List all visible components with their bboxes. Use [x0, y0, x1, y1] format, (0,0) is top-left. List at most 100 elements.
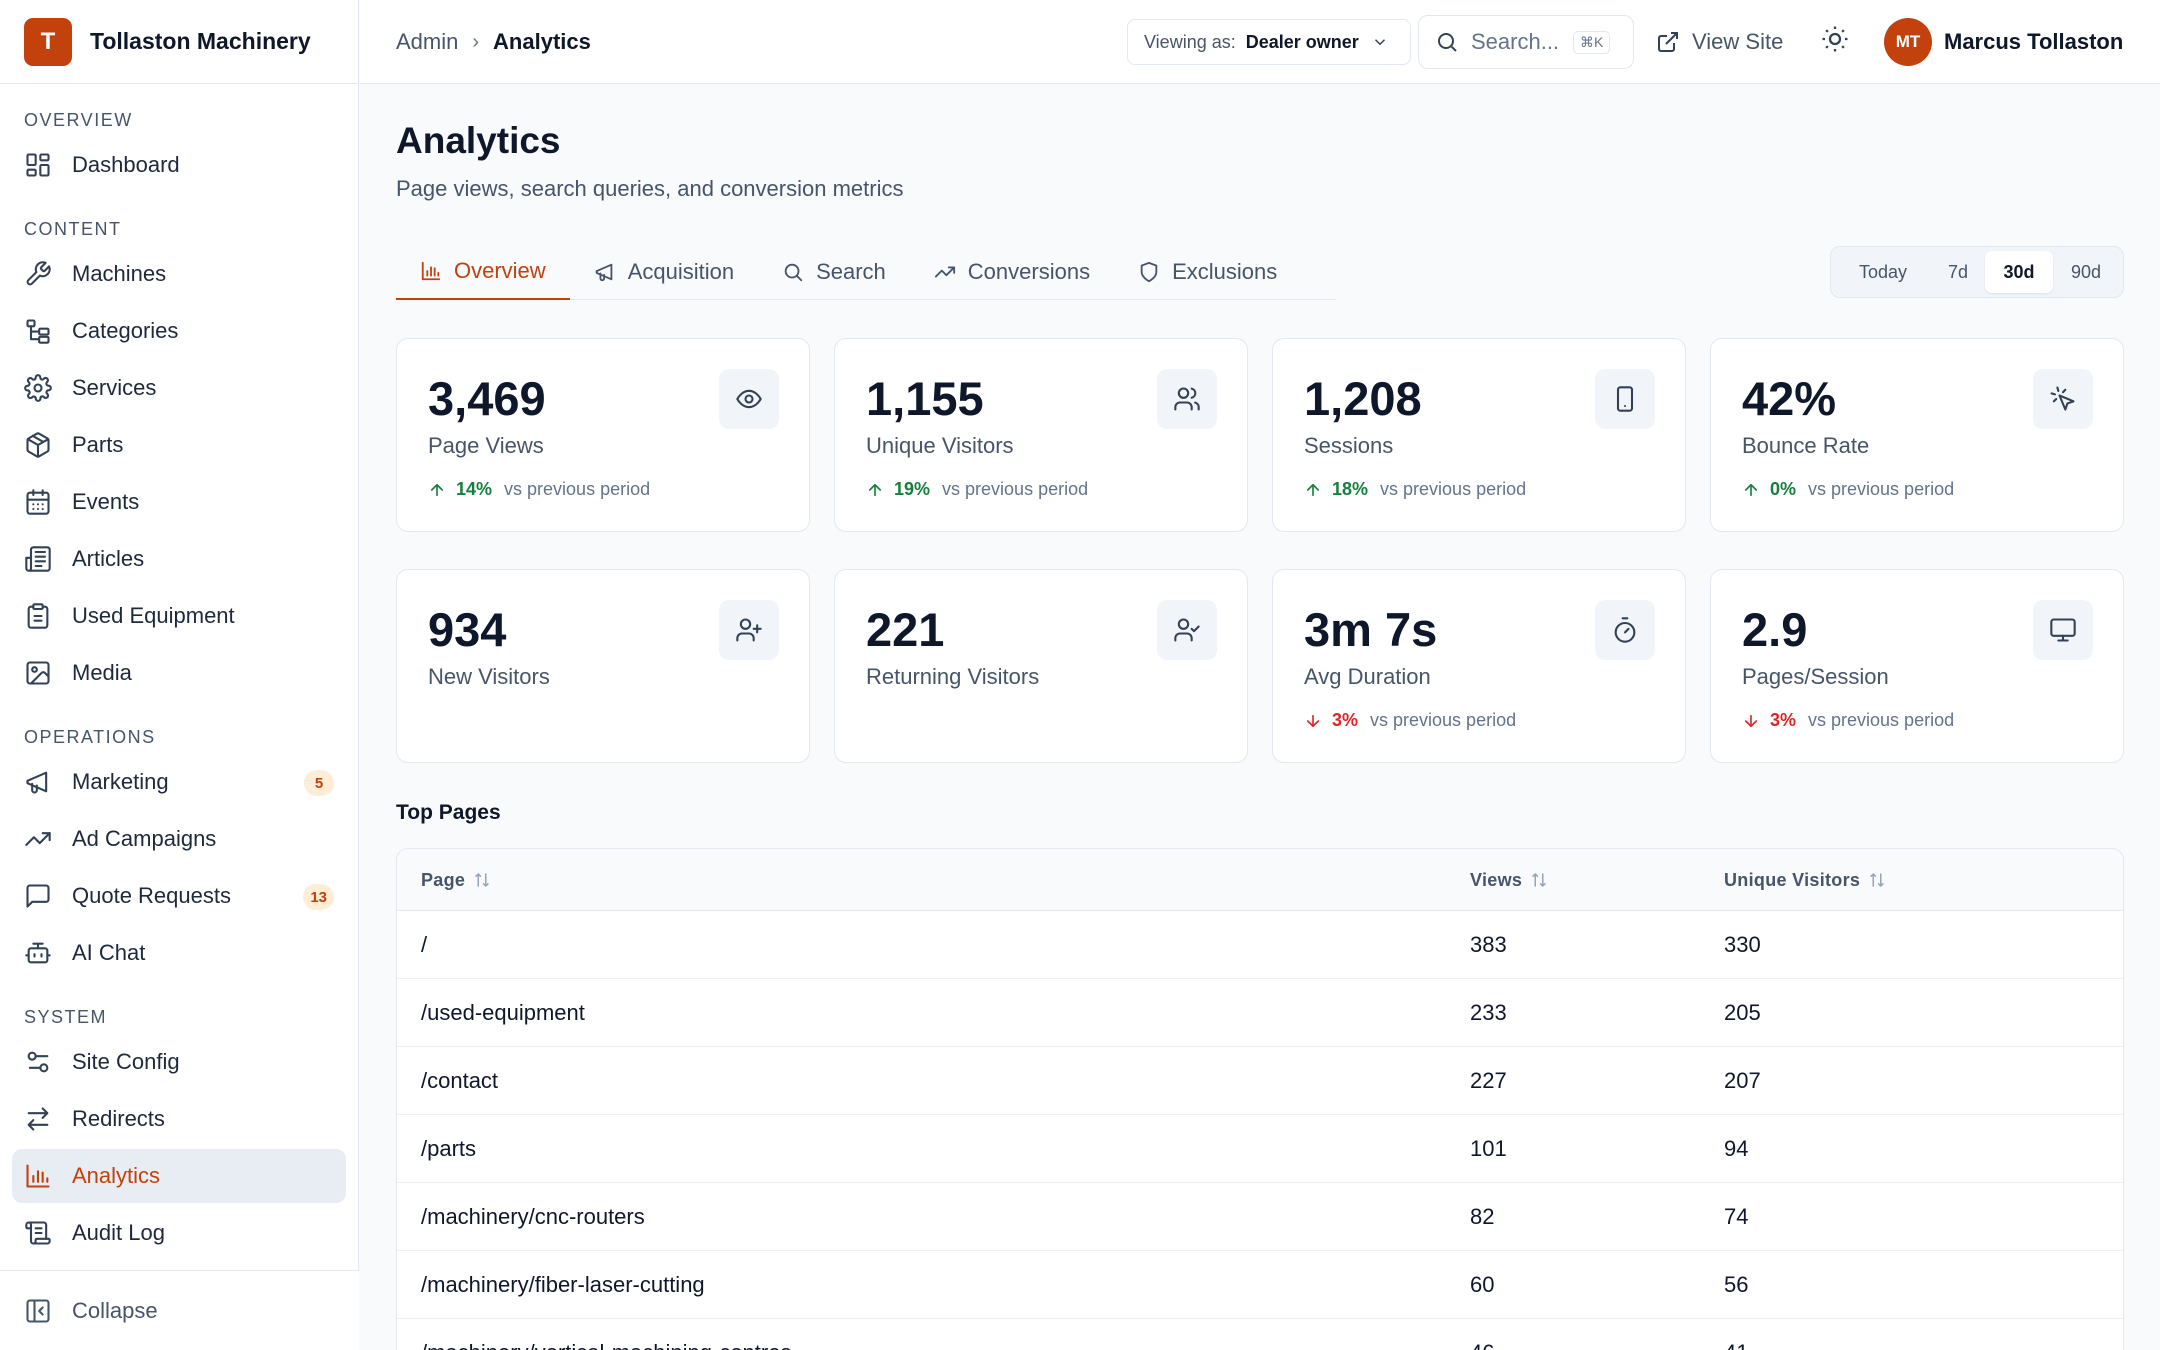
sidebar-item-categories[interactable]: Categories — [12, 304, 346, 358]
table-row[interactable]: /machinery/cnc-routers 82 74 — [397, 1183, 2123, 1251]
sidebar-item-label: Ad Campaigns — [72, 826, 217, 851]
image-icon — [26, 661, 50, 685]
delta-percent: 3% — [1332, 710, 1359, 730]
cell-views: 227 — [1470, 1068, 1507, 1093]
scroll-icon — [25, 1221, 51, 1245]
cell-views: 82 — [1470, 1204, 1495, 1229]
brand-logo: T — [24, 17, 72, 66]
arrow-down-icon — [1306, 714, 1320, 727]
delta-suffix: vs previous period — [1808, 479, 1955, 499]
sidebar-item-machines[interactable]: Machines — [12, 247, 346, 301]
table-row[interactable]: /used-equipment 233 205 — [397, 979, 2123, 1047]
brand[interactable]: T Tollaston Machinery — [0, 0, 358, 84]
sidebar-item-ad-campaigns[interactable]: Ad Campaigns — [12, 812, 346, 866]
table-row[interactable]: /parts 101 94 — [397, 1115, 2123, 1183]
megaphone-icon — [26, 771, 48, 794]
range-30d-button[interactable]: 30d — [1985, 251, 2053, 293]
metric-label: Sessions — [1304, 433, 1394, 458]
tab-conversions[interactable]: Conversions — [910, 244, 1114, 300]
sliders-icon — [27, 1051, 49, 1073]
tab-search[interactable]: Search — [758, 244, 910, 300]
sidebar-item-services[interactable]: Services — [12, 361, 346, 415]
view-site-label: View Site — [1692, 29, 1784, 54]
sidebar-item-media[interactable]: Media — [12, 646, 346, 700]
metric-card-avg-duration: 3m 7s Avg Duration 3% vs previous period — [1272, 569, 1686, 763]
arrow-up-icon — [1306, 483, 1320, 496]
tab-label: Conversions — [967, 259, 1091, 284]
metric-delta: 3% vs previous period — [1304, 710, 1516, 731]
sidebar-item-label: Parts — [72, 432, 124, 457]
analytics-tabs: Overview Acquisition Search Conversions … — [396, 244, 1336, 300]
sidebar-item-marketing[interactable]: Marketing 5 — [12, 755, 346, 809]
cell-page: / — [421, 932, 428, 957]
sidebar-item-parts[interactable]: Parts — [12, 418, 346, 472]
range-today-button[interactable]: Today — [1835, 251, 1931, 293]
sidebar-item-used-equipment[interactable]: Used Equipment — [12, 589, 346, 643]
column-header-unique-visitors[interactable]: Unique Visitors — [1724, 849, 1886, 911]
table-row[interactable]: / 383 330 — [397, 911, 2123, 979]
table-row[interactable]: /contact 227 207 — [397, 1047, 2123, 1115]
table-row[interactable]: /machinery/vertical-machining-centres 46… — [397, 1319, 2123, 1350]
sidebar-item-site-config[interactable]: Site Config — [12, 1035, 346, 1089]
table-header: Page Views Unique Visitors — [397, 849, 2123, 911]
sidebar-item-label: Audit Log — [72, 1220, 165, 1245]
sidebar-item-label: Machines — [72, 261, 167, 286]
metric-icon-box — [2033, 600, 2093, 660]
clipboard-icon — [27, 603, 49, 629]
tab-label: Exclusions — [1172, 259, 1278, 284]
breadcrumb-admin[interactable]: Admin — [396, 29, 458, 55]
tab-exclusions[interactable]: Exclusions — [1114, 244, 1301, 300]
tab-label: Search — [816, 259, 886, 284]
metric-card-new-visitors: 934 New Visitors — [396, 569, 810, 763]
search-input[interactable]: Search... ⌘K — [1418, 15, 1634, 69]
sidebar-item-quote-requests[interactable]: Quote Requests 13 — [12, 869, 346, 923]
metric-icon-box — [719, 369, 779, 429]
sidebar-item-label: Analytics — [72, 1163, 161, 1188]
sidebar-item-audit-log[interactable]: Audit Log — [12, 1206, 346, 1260]
message-icon — [26, 884, 50, 908]
sidebar-item-dashboard[interactable]: Dashboard — [12, 138, 346, 192]
sidebar-item-analytics[interactable]: Analytics — [12, 1149, 346, 1203]
column-header-views[interactable]: Views — [1470, 849, 1548, 911]
metric-delta: 3% vs previous period — [1742, 710, 1954, 731]
metric-value: 42% — [1742, 372, 1837, 425]
theme-toggle-button[interactable] — [1820, 24, 1856, 60]
tab-acquisition[interactable]: Acquisition — [570, 244, 758, 300]
search-icon — [1438, 33, 1457, 52]
range-7d-button[interactable]: 7d — [1931, 251, 1985, 293]
delta-percent: 0% — [1770, 479, 1797, 499]
avatar[interactable]: MT — [1884, 18, 1932, 66]
arrow-up-icon — [1744, 483, 1758, 496]
sort-icon — [475, 873, 489, 887]
tab-label: Acquisition — [627, 259, 735, 284]
user-name[interactable]: Marcus Tollaston — [1944, 0, 2123, 84]
bar-chart-icon — [421, 261, 441, 281]
sidebar-item-label: AI Chat — [72, 940, 146, 965]
metric-delta: 0% vs previous period — [1742, 479, 1954, 500]
metric-card-pages-per-session: 2.9 Pages/Session 3% vs previous period — [1710, 569, 2124, 763]
cell-unique-visitors: 94 — [1724, 1136, 1749, 1161]
view-site-link[interactable]: View Site — [1656, 0, 1783, 84]
sidebar-item-ai-chat[interactable]: AI Chat — [12, 926, 346, 980]
tab-overview[interactable]: Overview — [396, 244, 570, 300]
breadcrumb: Admin › Analytics — [396, 0, 591, 84]
sidebar-item-articles[interactable]: Articles — [12, 532, 346, 586]
metric-label: Page Views — [428, 433, 544, 458]
range-90d-button[interactable]: 90d — [2053, 251, 2119, 293]
sidebar-item-redirects[interactable]: Redirects — [12, 1092, 346, 1146]
viewing-as-value: Dealer owner — [1245, 31, 1359, 52]
metric-label: Bounce Rate — [1742, 433, 1870, 458]
column-header-page[interactable]: Page — [421, 849, 491, 911]
cell-unique-visitors: 74 — [1724, 1204, 1749, 1229]
sidebar-item-label: Events — [72, 489, 140, 514]
sidebar-item-label: Quote Requests — [72, 883, 231, 908]
delta-suffix: vs previous period — [942, 479, 1089, 499]
collapse-button[interactable]: Collapse — [0, 1270, 359, 1350]
sidebar-item-label: Dashboard — [72, 152, 180, 177]
sidebar-item-events[interactable]: Events — [12, 475, 346, 529]
metric-icon-box — [1157, 600, 1217, 660]
viewing-as-select[interactable]: Viewing as: Dealer owner — [1127, 19, 1411, 65]
tab-label: Overview — [454, 258, 546, 283]
metric-icon-box — [1595, 369, 1655, 429]
table-row[interactable]: /machinery/fiber-laser-cutting 60 56 — [397, 1251, 2123, 1319]
